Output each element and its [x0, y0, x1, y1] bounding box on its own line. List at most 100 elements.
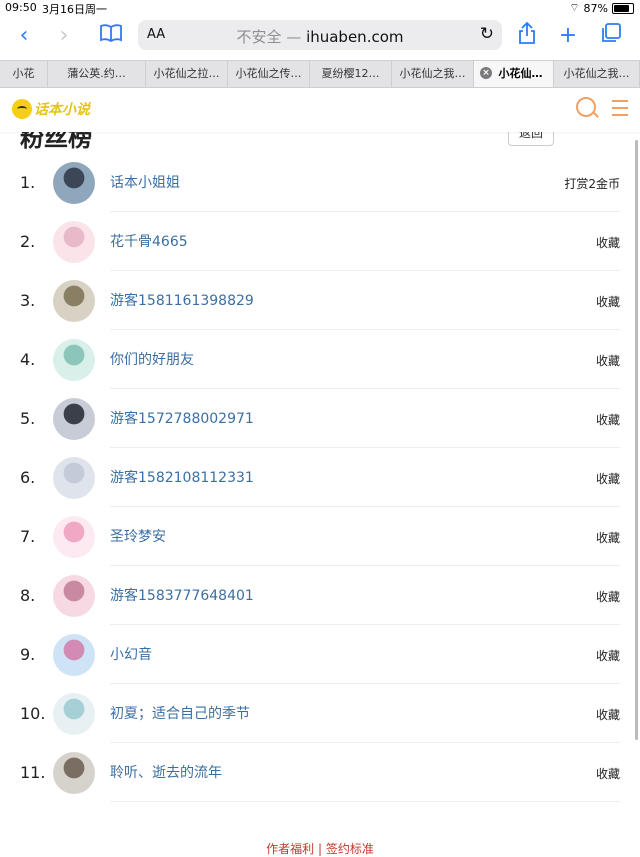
avatar[interactable]: [53, 516, 95, 558]
tab-label: 蒲公英.约…: [67, 67, 126, 80]
status-date: 3月16日周一: [42, 3, 107, 16]
list-item[interactable]: 6. 游客1582108112331 收藏: [0, 448, 640, 507]
action-label: 收藏: [595, 354, 620, 368]
user-name[interactable]: 游客1581161398829: [110, 290, 254, 310]
user-name[interactable]: 聆听、逝去的流年: [110, 762, 222, 782]
list-item[interactable]: 11. 聆听、逝去的流年 收藏: [0, 743, 640, 802]
avatar[interactable]: [53, 457, 95, 499]
close-tab-icon[interactable]: ×: [480, 67, 492, 79]
search-icon[interactable]: [576, 97, 596, 117]
battery-icon: [612, 2, 634, 14]
user-name[interactable]: 圣玲梦安: [110, 526, 166, 546]
avatar[interactable]: [53, 634, 95, 676]
logo-text: 话本小说: [34, 102, 90, 118]
rank-number: 6.: [20, 468, 36, 487]
user-name[interactable]: 花千骨4665: [110, 231, 188, 251]
tabs-overview-icon[interactable]: [597, 22, 625, 50]
browser-tab[interactable]: 小花仙之拉…: [146, 61, 228, 87]
wifi-icon: ⌔: [569, 1, 580, 14]
fan-ranking-list: 1. 话本小姐姐 打赏2金币 2. 花千骨4665 收藏 3. 游客1581161398829…: [0, 153, 640, 802]
status-time: 09:50: [5, 1, 37, 14]
status-bar: 09:50 3月16日周一 ⌔ 87%: [0, 0, 640, 16]
browser-tab[interactable]: 小花仙之我…: [554, 61, 640, 87]
tab-label: 小花仙之我…: [563, 67, 630, 80]
list-item[interactable]: 10. 初夏；适合自己的季节 收藏: [0, 684, 640, 743]
action-label: 打赏2金币: [564, 177, 620, 191]
browser-tab[interactable]: 小花仙之传…: [228, 61, 310, 87]
forward-icon[interactable]: ›: [50, 22, 78, 50]
divider: [110, 801, 620, 802]
action-label: 收藏: [595, 295, 620, 309]
reload-icon[interactable]: ↻: [480, 24, 494, 44]
list-item[interactable]: 4. 你们的好朋友 收藏: [0, 330, 640, 389]
action-label: 收藏: [595, 472, 620, 486]
rank-number: 2.: [20, 232, 36, 251]
rank-number: 3.: [20, 291, 36, 310]
footer-links[interactable]: 作者福利 | 签约标准: [0, 840, 640, 857]
tab-label: 小花: [12, 67, 35, 80]
list-item[interactable]: 3. 游客1581161398829 收藏: [0, 271, 640, 330]
action-label: 收藏: [595, 413, 620, 427]
tab-label: 小花仙之拉…: [153, 67, 220, 80]
tab-label: 小花仙之我…: [399, 67, 466, 80]
rank-number: 9.: [20, 645, 36, 664]
site-logo[interactable]: 话本小说: [12, 96, 90, 122]
scrollbar[interactable]: [635, 140, 638, 740]
site-header: 话本小说: [0, 88, 640, 132]
avatar[interactable]: [53, 398, 95, 440]
battery-percent: 87%: [583, 1, 608, 15]
avatar[interactable]: [53, 575, 95, 617]
action-label: 收藏: [595, 590, 620, 604]
status-right: ⌔ 87%: [569, 1, 634, 15]
list-item[interactable]: 2. 花千骨4665 收藏: [0, 212, 640, 271]
tab-label: 小花仙之传…: [235, 67, 302, 80]
logo-mascot-icon: [12, 99, 32, 119]
avatar[interactable]: [53, 162, 95, 204]
share-icon[interactable]: [513, 21, 541, 50]
avatar[interactable]: [53, 752, 95, 794]
list-item[interactable]: 7. 圣玲梦安 收藏: [0, 507, 640, 566]
browser-tab[interactable]: 夏纷樱12…: [310, 61, 392, 87]
tab-label: 小花仙…: [498, 67, 543, 80]
rank-number: 7.: [20, 527, 36, 546]
browser-tab[interactable]: × 小花仙…: [474, 61, 554, 87]
browser-tab[interactable]: 小花: [0, 61, 48, 87]
avatar[interactable]: [53, 280, 95, 322]
list-item[interactable]: 9. 小幻音 收藏: [0, 625, 640, 684]
user-name[interactable]: 你们的好朋友: [110, 349, 194, 369]
rank-number: 11.: [20, 763, 46, 782]
user-name[interactable]: 小幻音: [110, 644, 152, 664]
user-name[interactable]: 话本小姐姐: [110, 172, 180, 192]
action-label: 收藏: [595, 236, 620, 250]
tab-label: 夏纷樱12…: [321, 67, 380, 80]
rank-number: 10.: [20, 704, 46, 723]
address-bar[interactable]: AA 不安全 — ihuaben.com ↻: [138, 20, 502, 50]
browser-tab[interactable]: 小花仙之我…: [392, 61, 474, 87]
action-label: 收藏: [595, 649, 620, 663]
avatar[interactable]: [53, 693, 95, 735]
action-label: 收藏: [595, 531, 620, 545]
user-name[interactable]: 初夏；适合自己的季节: [110, 703, 250, 723]
list-item[interactable]: 1. 话本小姐姐 打赏2金币: [0, 153, 640, 212]
new-tab-icon[interactable]: +: [554, 22, 582, 50]
list-item[interactable]: 5. 游客1572788002971 收藏: [0, 389, 640, 448]
browser-tab[interactable]: 蒲公英.约…: [48, 61, 146, 87]
rank-number: 1.: [20, 173, 36, 192]
avatar[interactable]: [53, 221, 95, 263]
menu-icon[interactable]: [612, 100, 628, 121]
avatar[interactable]: [53, 339, 95, 381]
tab-strip: 小花 蒲公英.约… 小花仙之拉… 小花仙之传… 夏纷樱12… 小花仙之我… × 小花仙… 小花仙…: [0, 60, 640, 88]
user-name[interactable]: 游客1582108112331: [110, 467, 254, 487]
user-name[interactable]: 游客1583777648401: [110, 585, 254, 605]
user-name[interactable]: 游客1572788002971: [110, 408, 254, 428]
bookmarks-icon[interactable]: [97, 22, 125, 50]
url-domain: ihuaben.com: [306, 28, 404, 46]
back-icon[interactable]: ‹: [10, 22, 38, 50]
rank-number: 8.: [20, 586, 36, 605]
url-display[interactable]: 不安全 — ihuaben.com: [138, 26, 502, 47]
list-item[interactable]: 8. 游客1583777648401 收藏: [0, 566, 640, 625]
action-label: 收藏: [595, 767, 620, 781]
insecure-label: 不安全 —: [236, 28, 302, 46]
action-label: 收藏: [595, 708, 620, 722]
rank-number: 5.: [20, 409, 36, 428]
